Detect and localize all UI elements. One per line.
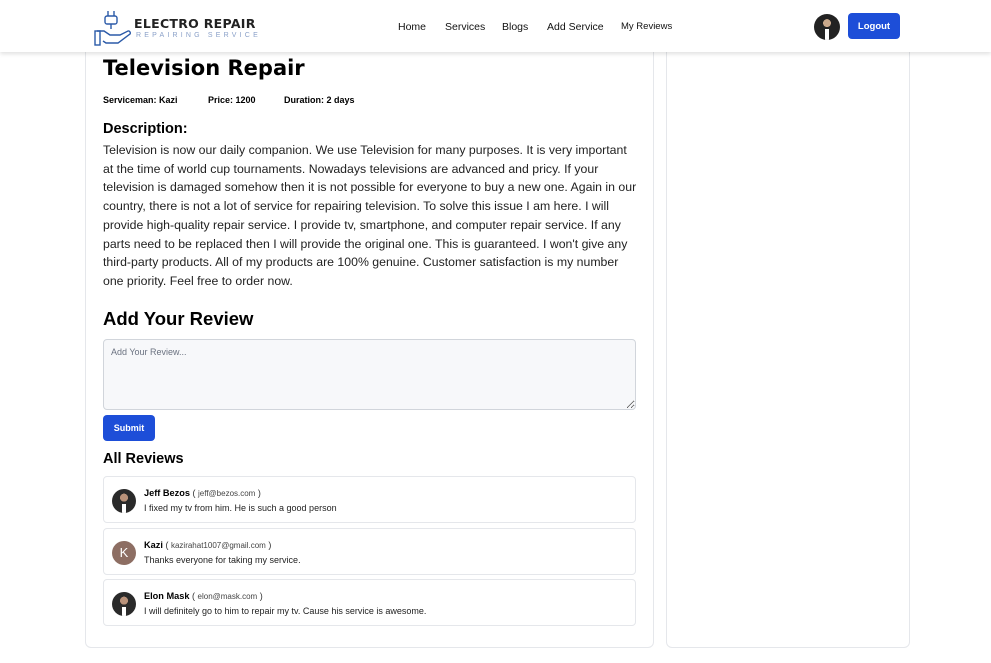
reviewer-email: jeff@bezos.com bbox=[198, 489, 256, 498]
reviewer-name: Kazi bbox=[144, 540, 163, 550]
nav-add-service[interactable]: Add Service bbox=[547, 21, 604, 33]
review-text: Thanks everyone for taking my service. bbox=[144, 555, 301, 565]
nav-home[interactable]: Home bbox=[398, 21, 426, 33]
price-label: Price: 1200 bbox=[208, 95, 256, 105]
all-reviews-heading: All Reviews bbox=[103, 451, 184, 467]
review-item: Jeff Bezos ( jeff@bezos.com ) I fixed my… bbox=[103, 476, 636, 523]
hand-plug-icon bbox=[94, 11, 131, 46]
serviceman-label: Serviceman: Kazi bbox=[103, 95, 178, 105]
submit-review-button[interactable]: Submit bbox=[103, 415, 155, 441]
review-text: I will definitely go to him to repair my… bbox=[144, 606, 427, 616]
brand-logo[interactable]: ELECTRO REPAIR REPAIRING SERVICE bbox=[94, 7, 258, 49]
logout-button[interactable]: Logout bbox=[848, 13, 900, 39]
user-avatar[interactable] bbox=[814, 14, 840, 40]
reviewer-email: elon@mask.com bbox=[197, 592, 258, 601]
review-item: Elon Mask ( elon@mask.com ) I will defin… bbox=[103, 579, 636, 626]
review-textarea[interactable] bbox=[103, 339, 636, 410]
reviewer-avatar bbox=[112, 489, 136, 513]
brand-title: ELECTRO REPAIR bbox=[134, 16, 256, 31]
reviewer-name: Elon Mask bbox=[144, 591, 190, 601]
duration-label: Duration: 2 days bbox=[284, 95, 355, 105]
review-item: K Kazi ( kazirahat1007@gmail.com ) Thank… bbox=[103, 528, 636, 575]
add-review-heading: Add Your Review bbox=[103, 308, 254, 329]
service-title: Television Repair bbox=[103, 56, 305, 80]
description-text: Television is now our daily companion. W… bbox=[103, 143, 637, 288]
nav-services[interactable]: Services bbox=[445, 21, 485, 33]
reviewer-avatar bbox=[112, 592, 136, 616]
reviewer-avatar: K bbox=[112, 541, 136, 565]
sidebar-card bbox=[666, 40, 910, 648]
review-text: I fixed my tv from him. He is such a goo… bbox=[144, 503, 337, 513]
reviewer-name: Jeff Bezos bbox=[144, 488, 190, 498]
description-heading: Description: bbox=[103, 121, 188, 137]
reviewer-email: kazirahat1007@gmail.com bbox=[170, 541, 266, 550]
brand-subtitle: REPAIRING SERVICE bbox=[136, 32, 261, 39]
nav-blogs[interactable]: Blogs bbox=[502, 21, 528, 33]
nav-my-reviews[interactable]: My Reviews bbox=[621, 21, 672, 32]
navbar: ELECTRO REPAIR REPAIRING SERVICE Home Se… bbox=[0, 0, 991, 52]
